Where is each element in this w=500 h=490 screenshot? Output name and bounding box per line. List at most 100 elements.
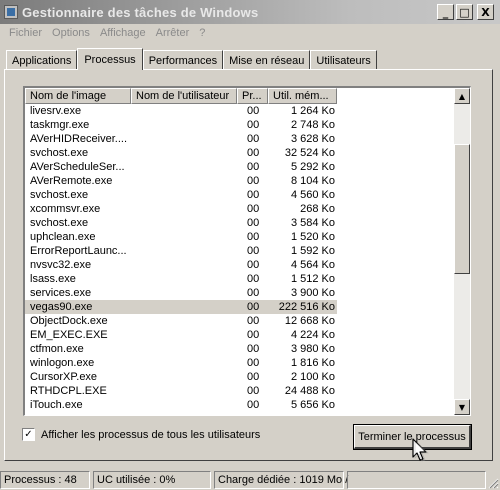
process-row[interactable]: ObjectDock.exe 00 12 668 Ko <box>25 314 453 328</box>
process-row[interactable]: AVerRemote.exe 00 8 104 Ko <box>25 174 453 188</box>
tab-performances[interactable]: Performances <box>142 50 224 70</box>
process-name-cell: AVerScheduleSer... <box>30 161 125 173</box>
process-memory-cell: 1 520 Ko <box>290 231 335 243</box>
process-cpu-cell: 00 <box>247 329 260 341</box>
process-name-cell: EM_EXEC.EXE <box>30 329 108 341</box>
menu-affichage[interactable]: Affichage <box>95 27 151 39</box>
mouse-pointer-icon <box>412 438 429 462</box>
process-list[interactable]: Nom de l'image Nom de l'utilisateur Pr..… <box>23 86 471 416</box>
process-cpu-cell: 00 <box>247 175 260 187</box>
process-row[interactable]: iTouch.exe 00 5 656 Ko <box>25 398 453 412</box>
process-name-cell: svchost.exe <box>30 217 89 229</box>
process-user-cell <box>131 272 237 286</box>
process-name-cell: winlogon.exe <box>30 357 95 369</box>
tab-mise-en-reseau[interactable]: Mise en réseau <box>223 50 311 70</box>
process-cpu-cell: 00 <box>247 259 260 271</box>
close-button[interactable]: X <box>477 4 494 20</box>
process-memory-cell: 24 488 Ko <box>284 385 335 397</box>
process-memory-cell: 3 584 Ko <box>290 217 335 229</box>
process-row[interactable]: svchost.exe 00 32 524 Ko <box>25 146 453 160</box>
tab-processus[interactable]: Processus <box>77 48 143 70</box>
process-row[interactable]: winlogon.exe 00 1 816 Ko <box>25 356 453 370</box>
scrollbar-thumb[interactable] <box>454 144 470 274</box>
task-manager-app-icon <box>4 5 18 19</box>
process-memory-cell: 3 900 Ko <box>290 287 335 299</box>
column-header-image-name[interactable]: Nom de l'image <box>25 88 131 104</box>
process-row[interactable]: livesrv.exe 00 1 264 Ko <box>25 104 453 118</box>
status-empty-pane <box>347 471 486 489</box>
menu-fichier[interactable]: Fichier <box>4 27 47 39</box>
process-user-cell <box>131 258 237 272</box>
process-name-cell: iTouch.exe <box>30 399 83 411</box>
process-user-cell <box>131 146 237 160</box>
process-name-cell: ctfmon.exe <box>30 343 84 355</box>
process-row[interactable]: services.exe 00 3 900 Ko <box>25 286 453 300</box>
process-cpu-cell: 00 <box>247 287 260 299</box>
process-user-cell <box>131 160 237 174</box>
show-all-users-option[interactable]: ✓ Afficher les processus de tous les uti… <box>22 428 260 441</box>
process-row[interactable]: lsass.exe 00 1 512 Ko <box>25 272 453 286</box>
process-cpu-cell: 00 <box>247 371 260 383</box>
menu-arreter[interactable]: Arrêter <box>151 27 195 39</box>
menu-bar: Fichier Options Affichage Arrêter ? <box>0 24 500 42</box>
process-row[interactable]: ErrorReportLaunc... 00 1 592 Ko <box>25 244 453 258</box>
process-cpu-cell: 00 <box>247 133 260 145</box>
maximize-button[interactable]: □ <box>456 4 473 20</box>
process-memory-cell: 4 564 Ko <box>290 259 335 271</box>
process-user-cell <box>131 216 237 230</box>
tab-strip: Applications Processus Performances Mise… <box>6 48 377 70</box>
process-cpu-cell: 00 <box>247 119 260 131</box>
menu-help[interactable]: ? <box>194 27 210 39</box>
column-header-memory[interactable]: Util. mém... <box>268 88 337 104</box>
process-cpu-cell: 00 <box>247 105 260 117</box>
process-user-cell <box>131 132 237 146</box>
process-row[interactable]: taskmgr.exe 00 2 748 Ko <box>25 118 453 132</box>
process-user-cell <box>131 384 237 398</box>
process-row[interactable]: EM_EXEC.EXE 00 4 224 Ko <box>25 328 453 342</box>
process-row[interactable]: vegas90.exe 00 222 516 Ko <box>25 300 453 314</box>
title-bar[interactable]: Gestionnaire des tâches de Windows _ □ X <box>0 0 500 24</box>
column-header-user-name[interactable]: Nom de l'utilisateur <box>131 88 237 104</box>
process-memory-cell: 2 748 Ko <box>290 119 335 131</box>
scroll-up-arrow-icon[interactable]: ▲ <box>454 88 470 104</box>
scroll-down-arrow-icon[interactable]: ▼ <box>454 399 470 415</box>
process-row[interactable]: svchost.exe 00 4 560 Ko <box>25 188 453 202</box>
process-memory-cell: 1 816 Ko <box>290 357 335 369</box>
resize-grip-icon[interactable] <box>487 477 499 489</box>
process-cpu-cell: 00 <box>247 385 260 397</box>
process-row[interactable]: AVerHIDReceiver.... 00 3 628 Ko <box>25 132 453 146</box>
process-cpu-cell: 00 <box>247 147 260 159</box>
process-user-cell <box>131 174 237 188</box>
process-cpu-cell: 00 <box>247 231 260 243</box>
process-row[interactable]: RTHDCPL.EXE 00 24 488 Ko <box>25 384 453 398</box>
process-row[interactable]: svchost.exe 00 3 584 Ko <box>25 216 453 230</box>
process-row[interactable]: xcommsvr.exe 00 268 Ko <box>25 202 453 216</box>
process-memory-cell: 2 100 Ko <box>290 371 335 383</box>
process-cpu-cell: 00 <box>237 300 268 314</box>
column-header-cpu[interactable]: Pr... <box>237 88 268 104</box>
show-all-users-checkbox[interactable]: ✓ <box>22 428 35 441</box>
process-row[interactable]: AVerScheduleSer... 00 5 292 Ko <box>25 160 453 174</box>
process-name-cell: AVerHIDReceiver.... <box>30 133 127 145</box>
process-memory-cell: 4 224 Ko <box>290 329 335 341</box>
process-user-cell <box>131 370 237 384</box>
tab-utilisateurs[interactable]: Utilisateurs <box>310 50 377 70</box>
minimize-button[interactable]: _ <box>437 4 454 20</box>
vertical-scrollbar[interactable]: ▲ ▼ <box>454 88 470 415</box>
process-memory-cell: 1 512 Ko <box>290 273 335 285</box>
process-row[interactable]: CursorXP.exe 00 2 100 Ko <box>25 370 453 384</box>
process-row[interactable]: nvsvc32.exe 00 4 564 Ko <box>25 258 453 272</box>
process-row[interactable]: uphclean.exe 00 1 520 Ko <box>25 230 453 244</box>
process-user-cell <box>131 104 237 118</box>
process-name-cell: CursorXP.exe <box>30 371 98 383</box>
process-name-cell: svchost.exe <box>30 147 89 159</box>
process-rows: livesrv.exe 00 1 264 Ko taskmgr.exe 00 2 748 … <box>25 104 453 412</box>
process-user-cell <box>131 356 237 370</box>
process-user-cell <box>131 342 237 356</box>
process-row[interactable]: ctfmon.exe 00 3 980 Ko <box>25 342 453 356</box>
tab-applications[interactable]: Applications <box>6 50 78 70</box>
process-memory-cell: 5 292 Ko <box>290 161 335 173</box>
status-process-count: Processus : 48 <box>0 471 90 489</box>
status-cpu-usage: UC utilisée : 0% <box>93 471 211 489</box>
menu-options[interactable]: Options <box>47 27 95 39</box>
